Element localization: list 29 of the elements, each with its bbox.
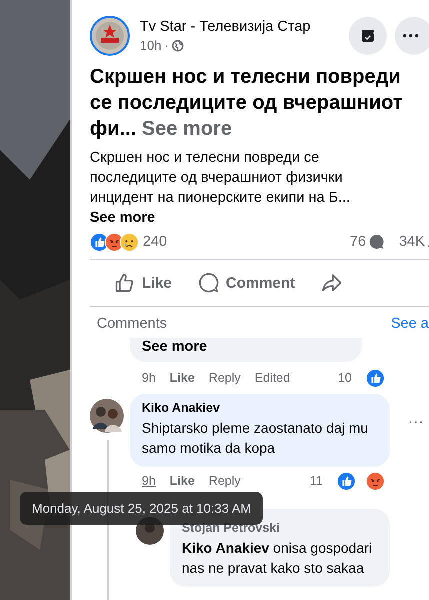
share-count[interactable]: 34K: [399, 234, 425, 250]
post-text: Скршен нос и телесни повреди се последиците од вчерашниот физички инцидент на пионерските екипи на Б...: [90, 149, 352, 208]
post-time[interactable]: 10h: [140, 38, 162, 53]
comment-text: Shiptarsko pleme zaostanato daj mu samo motika da kopa: [142, 419, 370, 458]
see-more-link[interactable]: See more: [90, 208, 156, 228]
comment-button[interactable]: Comment: [198, 272, 296, 294]
timestamp-tooltip: Monday, August 25, 2025 at 10:33 AM: [20, 492, 264, 525]
reply-link[interactable]: Reply: [208, 474, 241, 488]
comment-time[interactable]: 9h: [142, 371, 156, 385]
see-more-link[interactable]: See more: [142, 118, 232, 140]
like-link[interactable]: Like: [170, 371, 195, 385]
post-title: Скршен нос и телесни повреди се последиците од вчерашниот фи... See more: [90, 65, 404, 142]
comment-options-button[interactable]: ···: [408, 414, 424, 432]
see-more-link[interactable]: See more: [142, 339, 208, 355]
reaction-count[interactable]: 11: [310, 474, 323, 488]
page-name[interactable]: Tv Star - Телевизија Стар: [140, 19, 339, 35]
like-link[interactable]: Like: [170, 474, 195, 488]
comments-heading: Comments: [97, 316, 168, 332]
comment-text: Kiko Anakiev onisa gospodari nas ne pravat kako sto sakaa: [182, 539, 374, 578]
comment-count[interactable]: 76: [350, 234, 366, 250]
reaction-count[interactable]: 240: [143, 234, 168, 250]
see-all-link[interactable]: See a: [391, 316, 429, 332]
like-button[interactable]: Like: [114, 272, 172, 294]
reply-link[interactable]: Reply: [208, 371, 241, 385]
reaction-count[interactable]: 10: [338, 371, 352, 385]
comment-author[interactable]: Kiko Anakiev: [142, 401, 378, 415]
separator-dot: ·: [164, 38, 170, 53]
edited-label: Edited: [254, 371, 290, 385]
comment-time[interactable]: 9h: [142, 474, 156, 488]
